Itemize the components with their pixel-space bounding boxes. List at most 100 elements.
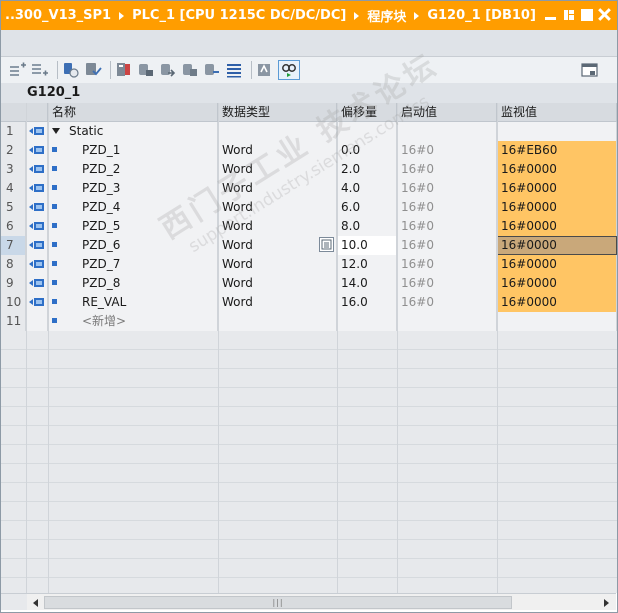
cell-monitor-value: 16#0000 xyxy=(497,198,617,217)
cell-name[interactable]: PZD_1 xyxy=(48,141,218,160)
cell-type[interactable]: Word xyxy=(218,179,337,198)
horizontal-scrollbar[interactable]: ||| xyxy=(27,593,616,610)
member-dot-icon xyxy=(52,280,57,285)
layout-button[interactable] xyxy=(581,61,599,79)
show-settings-button[interactable] xyxy=(256,61,274,79)
table-row[interactable]: 4 PZD_3 Word 4.0 16#0 16#0000 xyxy=(1,179,617,198)
cell-start-value[interactable]: 16#0 xyxy=(397,236,497,255)
cell-name[interactable]: PZD_5 xyxy=(48,217,218,236)
cell-type[interactable]: Word xyxy=(218,198,337,217)
breadcrumb-plc[interactable]: PLC_1 [CPU 1215C DC/DC/DC] xyxy=(132,8,346,23)
scroll-left-button[interactable] xyxy=(28,595,43,610)
attributes-button[interactable] xyxy=(319,237,334,252)
header-offset[interactable]: 偏移量 xyxy=(337,103,397,122)
layout-icon xyxy=(581,63,598,77)
cell-icon xyxy=(26,179,48,198)
table-row-new[interactable]: 11 <新增> xyxy=(1,312,617,331)
table-row[interactable]: 6 PZD_5 Word 8.0 16#0 16#0000 xyxy=(1,217,617,236)
table-row[interactable]: 9 PZD_8 Word 14.0 16#0 16#0000 xyxy=(1,274,617,293)
cell-type[interactable]: Word xyxy=(218,274,337,293)
empty-row xyxy=(1,350,617,369)
insert-row-button[interactable] xyxy=(9,61,27,79)
cell-type[interactable]: Word xyxy=(218,293,337,312)
header-start-value[interactable]: 启动值 xyxy=(397,103,497,122)
breadcrumb-block[interactable]: G120_1 [DB10] xyxy=(427,8,536,23)
cell-start-value[interactable]: 16#0 xyxy=(397,198,497,217)
table-row[interactable]: 3 PZD_2 Word 2.0 16#0 16#0000 xyxy=(1,160,617,179)
snapshot-button[interactable] xyxy=(115,61,133,79)
cell-type[interactable]: Word xyxy=(218,255,337,274)
title-bar: ..300_V13_SP1 PLC_1 [CPU 1215C DC/DC/DC]… xyxy=(1,1,617,30)
interface-tag-icon xyxy=(29,241,44,249)
table-row[interactable]: 7 PZD_6 Word 10.0 16#0 16#0000 xyxy=(1,236,617,255)
cell-name[interactable]: PZD_4 xyxy=(48,198,218,217)
cell-type[interactable]: Word xyxy=(218,141,337,160)
toolbar-separator xyxy=(251,61,252,79)
breadcrumb-program-blocks[interactable]: 程序块 xyxy=(367,6,406,25)
cell-start-value[interactable] xyxy=(397,122,497,141)
reset-start-values-button[interactable] xyxy=(62,61,80,79)
maximize-button[interactable] xyxy=(580,8,593,21)
member-dot-icon xyxy=(52,299,57,304)
cell-name[interactable]: PZD_6 xyxy=(48,236,218,255)
cell-name[interactable]: PZD_8 xyxy=(48,274,218,293)
member-dot-icon xyxy=(52,318,57,323)
row-number: 3 xyxy=(1,160,26,179)
cell-start-value[interactable]: 16#0 xyxy=(397,217,497,236)
minimize-button[interactable] xyxy=(544,8,557,21)
new-row-placeholder[interactable]: <新增> xyxy=(82,314,126,328)
interface-tag-icon xyxy=(29,222,44,230)
table-row[interactable]: 5 PZD_4 Word 6.0 16#0 16#0000 xyxy=(1,198,617,217)
cell-name[interactable]: PZD_2 xyxy=(48,160,218,179)
cell-name[interactable]: PZD_3 xyxy=(48,179,218,198)
expand-all-button[interactable] xyxy=(225,61,243,79)
float-button[interactable] xyxy=(562,8,575,21)
table-row[interactable]: 8 PZD_7 Word 12.0 16#0 16#0000 xyxy=(1,255,617,274)
cell-start-value[interactable]: 16#0 xyxy=(397,160,497,179)
cell-start-value[interactable]: 16#0 xyxy=(397,179,497,198)
scroll-right-button[interactable] xyxy=(599,595,614,610)
cell-type[interactable] xyxy=(218,312,337,331)
cell-type[interactable] xyxy=(218,122,337,141)
member-name: PZD_1 xyxy=(82,143,121,157)
copy-start-to-snapshot-button[interactable] xyxy=(203,61,221,79)
table-row-static[interactable]: 1 Static xyxy=(1,122,617,141)
cell-monitor-value: 16#0000 xyxy=(497,274,617,293)
copy-snapshot-to-start-button[interactable] xyxy=(181,61,199,79)
cell-name[interactable]: PZD_7 xyxy=(48,255,218,274)
scrollbar-thumb[interactable]: ||| xyxy=(44,596,512,609)
cell-name[interactable]: Static xyxy=(48,122,218,141)
table-row[interactable]: 10 RE_VAL Word 16.0 16#0 16#0000 xyxy=(1,293,617,312)
header-monitor-value[interactable]: 监视值 xyxy=(497,103,617,122)
copy-snapshot-button[interactable] xyxy=(137,61,155,79)
cell-start-value[interactable] xyxy=(397,312,497,331)
load-start-values-button[interactable] xyxy=(84,61,102,79)
cell-type[interactable]: Word xyxy=(218,160,337,179)
load-snapshot-button[interactable] xyxy=(159,61,177,79)
cell-start-value[interactable]: 16#0 xyxy=(397,141,497,160)
close-button[interactable] xyxy=(598,8,611,21)
cell-name[interactable]: <新增> xyxy=(48,312,218,331)
cell-offset: 6.0 xyxy=(337,198,397,217)
float-window-icon xyxy=(563,9,574,20)
header-name[interactable]: 名称 xyxy=(48,103,218,122)
member-name: PZD_3 xyxy=(82,181,121,195)
cell-start-value[interactable]: 16#0 xyxy=(397,255,497,274)
empty-row xyxy=(1,331,617,350)
close-icon xyxy=(598,8,611,21)
breadcrumb-project[interactable]: ..300_V13_SP1 xyxy=(5,8,111,23)
cell-name[interactable]: RE_VAL xyxy=(48,293,218,312)
member-dot-icon xyxy=(52,204,57,209)
collapse-arrow-icon[interactable] xyxy=(52,128,60,134)
add-row-button[interactable] xyxy=(31,61,49,79)
empty-row xyxy=(1,540,617,559)
cell-start-value[interactable]: 16#0 xyxy=(397,274,497,293)
monitor-all-button[interactable] xyxy=(278,60,300,80)
table-row[interactable]: 2 PZD_1 Word 0.0 16#0 16#EB60 xyxy=(1,141,617,160)
empty-row xyxy=(1,464,617,483)
header-data-type[interactable]: 数据类型 xyxy=(218,103,337,122)
cell-type[interactable]: Word xyxy=(218,217,337,236)
row-number: 8 xyxy=(1,255,26,274)
cell-icon xyxy=(26,236,48,255)
cell-start-value[interactable]: 16#0 xyxy=(397,293,497,312)
